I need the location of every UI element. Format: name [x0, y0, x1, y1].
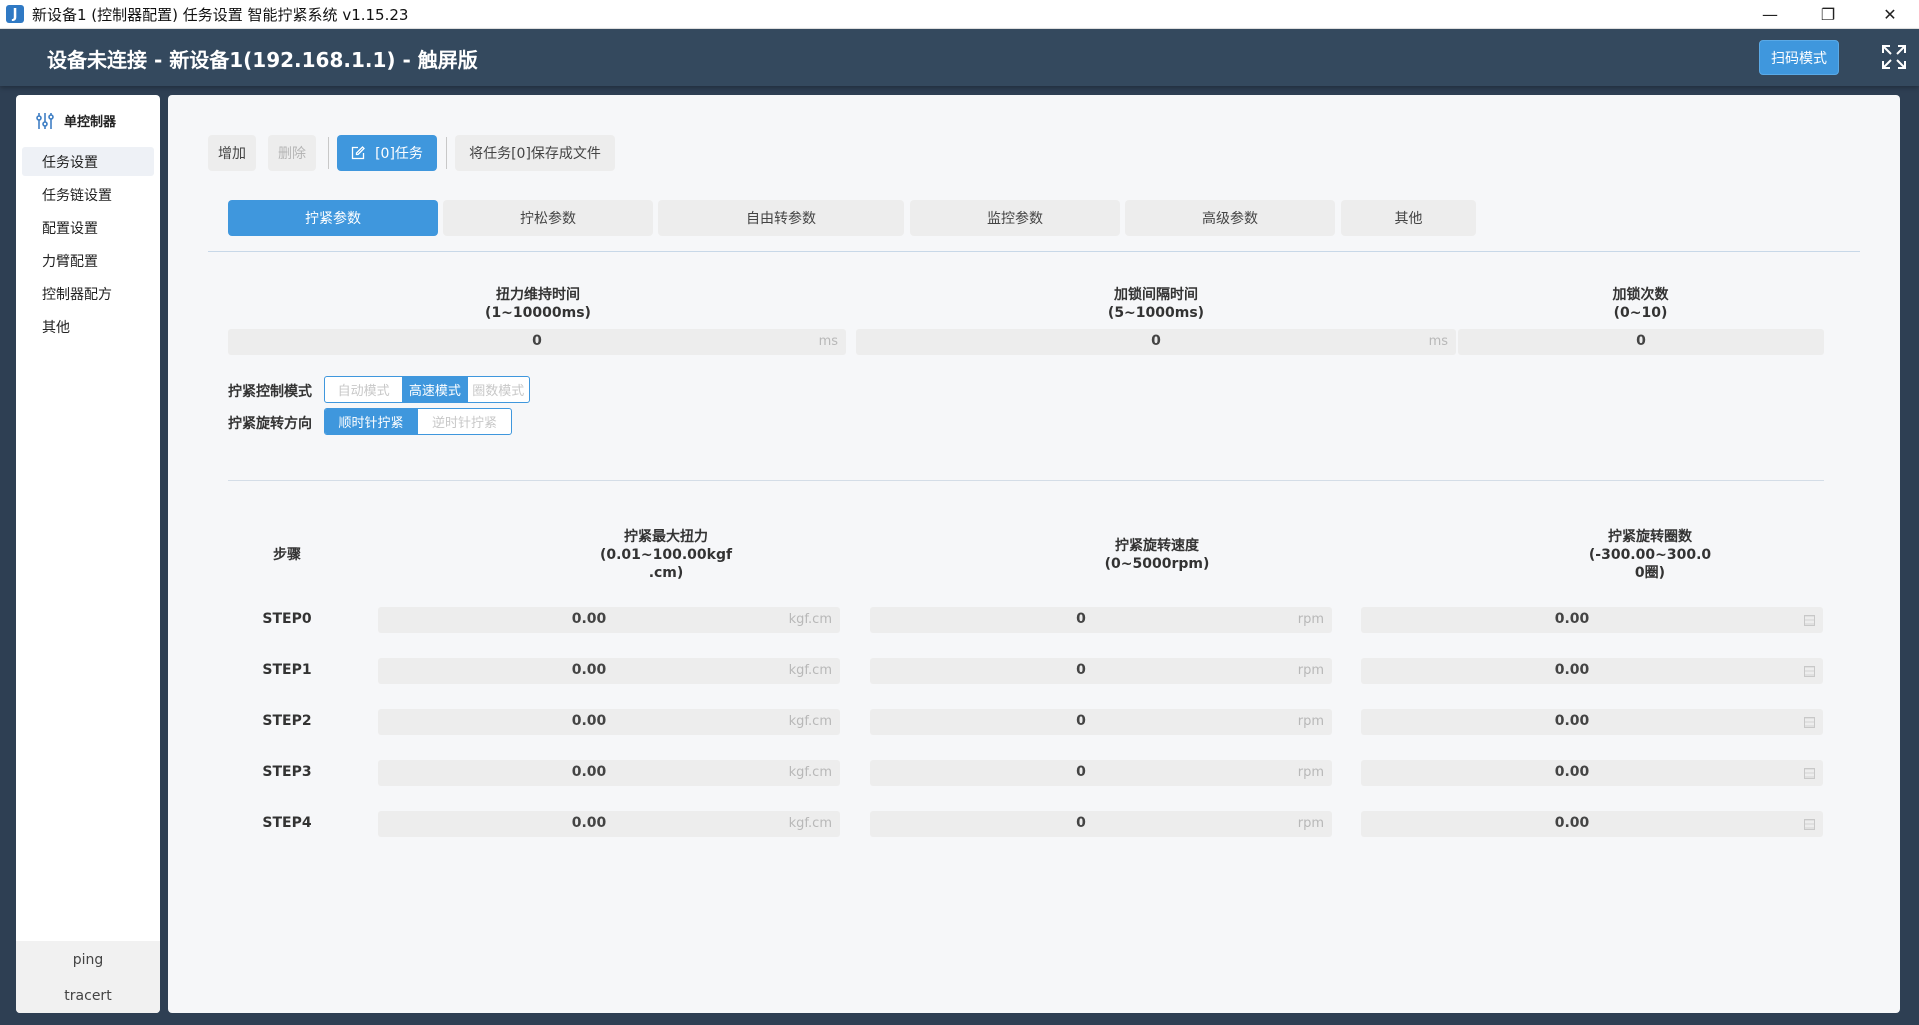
window-titlebar: J 新设备1 (控制器配置) 任务设置 智能拧紧系统 v1.15.23 — ❐ …	[0, 0, 1919, 29]
minimize-button[interactable]: —	[1742, 0, 1798, 29]
sidebar: 单控制器 任务设置 任务链设置 配置设置 力臂配置 控制器配方 其他 ping …	[16, 95, 160, 1013]
sidebar-item-task-settings[interactable]: 任务设置	[22, 147, 154, 176]
step-label: STEP3	[262, 764, 312, 780]
task-select-button[interactable]: [0]任务	[337, 135, 437, 171]
tab-tighten-params[interactable]: 拧紧参数	[228, 200, 438, 236]
tracert-button[interactable]: tracert	[16, 988, 160, 1004]
step-label: STEP1	[262, 662, 312, 678]
direction-label: 拧紧旋转方向	[228, 416, 312, 432]
sidebar-item-task-chain[interactable]: 任务链设置	[22, 180, 154, 209]
tab-free-rotation-params[interactable]: 自由转参数	[658, 200, 904, 236]
step0-turns-input[interactable]: 0.00	[1361, 607, 1823, 633]
step4-speed-input[interactable]: 0 rpm	[870, 811, 1332, 837]
toolbar-separator	[328, 137, 329, 169]
app-icon: J	[6, 5, 24, 23]
step2-torque-input[interactable]: 0.00 kgf.cm	[378, 709, 840, 735]
step3-turns-input[interactable]: 0.00	[1361, 760, 1823, 786]
lock-interval-label: 加锁间隔时间 (5~1000ms)	[1107, 287, 1205, 321]
sidebar-item-config[interactable]: 配置设置	[22, 213, 154, 242]
step-label: STEP0	[262, 611, 312, 627]
sidebar-item-arm-config[interactable]: 力臂配置	[22, 246, 154, 275]
control-mode-segmented: 自动模式 高速模式 圈数模式	[324, 376, 530, 403]
control-mode-label: 拧紧控制模式	[228, 384, 312, 400]
step3-torque-input[interactable]: 0.00 kgf.cm	[378, 760, 840, 786]
edit-icon	[351, 146, 365, 160]
tab-advanced-params[interactable]: 高级参数	[1125, 200, 1335, 236]
step-label: STEP2	[262, 713, 312, 729]
torque-column-header: 拧紧最大扭力 (0.01~100.00kgf .cm)	[599, 529, 733, 581]
main-panel: 增加 删除 [0]任务 将任务[0]保存成文件 拧紧参数 拧松参数 自由转参数 …	[168, 95, 1900, 1013]
tab-other[interactable]: 其他	[1341, 200, 1476, 236]
tab-monitor-params[interactable]: 监控参数	[910, 200, 1120, 236]
turns-unit-icon	[1804, 768, 1815, 779]
step0-speed-input[interactable]: 0 rpm	[870, 607, 1332, 633]
device-status-title: 设备未连接 - 新设备1(192.168.1.1) - 触屏版	[47, 48, 478, 72]
tab-loosen-params[interactable]: 拧松参数	[443, 200, 653, 236]
step2-turns-input[interactable]: 0.00	[1361, 709, 1823, 735]
delete-task-button[interactable]: 删除	[268, 135, 316, 171]
turns-unit-icon	[1804, 666, 1815, 677]
scan-mode-button[interactable]: 扫码模式	[1759, 40, 1839, 75]
turns-column-header: 拧紧旋转圈数 (-300.00~300.0 0圈)	[1588, 529, 1712, 581]
sliders-icon	[36, 112, 54, 129]
direction-counterclockwise-option[interactable]: 逆时针拧紧	[417, 409, 511, 434]
direction-segmented: 顺时针拧紧 逆时针拧紧	[324, 408, 512, 435]
sidebar-header: 单控制器	[36, 111, 116, 130]
fullscreen-icon[interactable]	[1880, 43, 1908, 71]
toolbar-separator	[446, 137, 447, 169]
window-title: 新设备1 (控制器配置) 任务设置 智能拧紧系统 v1.15.23	[32, 5, 409, 24]
restore-button[interactable]: ❐	[1800, 0, 1856, 29]
step-column-header: 步骤	[273, 547, 301, 563]
turns-unit-icon	[1804, 717, 1815, 728]
sidebar-title: 单控制器	[64, 115, 117, 130]
section-divider	[228, 480, 1824, 481]
sidebar-item-other[interactable]: 其他	[22, 312, 154, 341]
step0-torque-input[interactable]: 0.00 kgf.cm	[378, 607, 840, 633]
lock-interval-input[interactable]: 0 ms	[856, 329, 1456, 355]
mode-auto-option[interactable]: 自动模式	[325, 377, 402, 402]
lock-count-input[interactable]: 0	[1458, 329, 1824, 355]
app-header: 设备未连接 - 新设备1(192.168.1.1) - 触屏版 扫码模式	[0, 29, 1919, 86]
speed-column-header: 拧紧旋转速度 (0~5000rpm)	[1104, 538, 1210, 572]
add-task-button[interactable]: 增加	[208, 135, 256, 171]
step4-turns-input[interactable]: 0.00	[1361, 811, 1823, 837]
mode-high-speed-option[interactable]: 高速模式	[402, 377, 467, 402]
step2-speed-input[interactable]: 0 rpm	[870, 709, 1332, 735]
sidebar-item-controller-recipe[interactable]: 控制器配方	[22, 279, 154, 308]
hold-time-input[interactable]: 0 ms	[228, 329, 846, 355]
step1-speed-input[interactable]: 0 rpm	[870, 658, 1332, 684]
step4-torque-input[interactable]: 0.00 kgf.cm	[378, 811, 840, 837]
step3-speed-input[interactable]: 0 rpm	[870, 760, 1332, 786]
turns-unit-icon	[1804, 615, 1815, 626]
tabs-divider	[208, 251, 1860, 252]
step1-turns-input[interactable]: 0.00	[1361, 658, 1823, 684]
save-task-to-file-button[interactable]: 将任务[0]保存成文件	[455, 135, 615, 171]
hold-time-label: 扭力维持时间 (1~10000ms)	[485, 287, 591, 321]
mode-turns-option[interactable]: 圈数模式	[466, 377, 529, 402]
step1-torque-input[interactable]: 0.00 kgf.cm	[378, 658, 840, 684]
lock-count-label: 加锁次数 (0~10)	[1612, 287, 1669, 321]
close-button[interactable]: ✕	[1862, 0, 1918, 29]
direction-clockwise-option[interactable]: 顺时针拧紧	[325, 409, 417, 434]
turns-unit-icon	[1804, 819, 1815, 830]
step-label: STEP4	[262, 815, 312, 831]
sidebar-footer: ping tracert	[16, 941, 160, 1013]
ping-button[interactable]: ping	[16, 952, 160, 968]
